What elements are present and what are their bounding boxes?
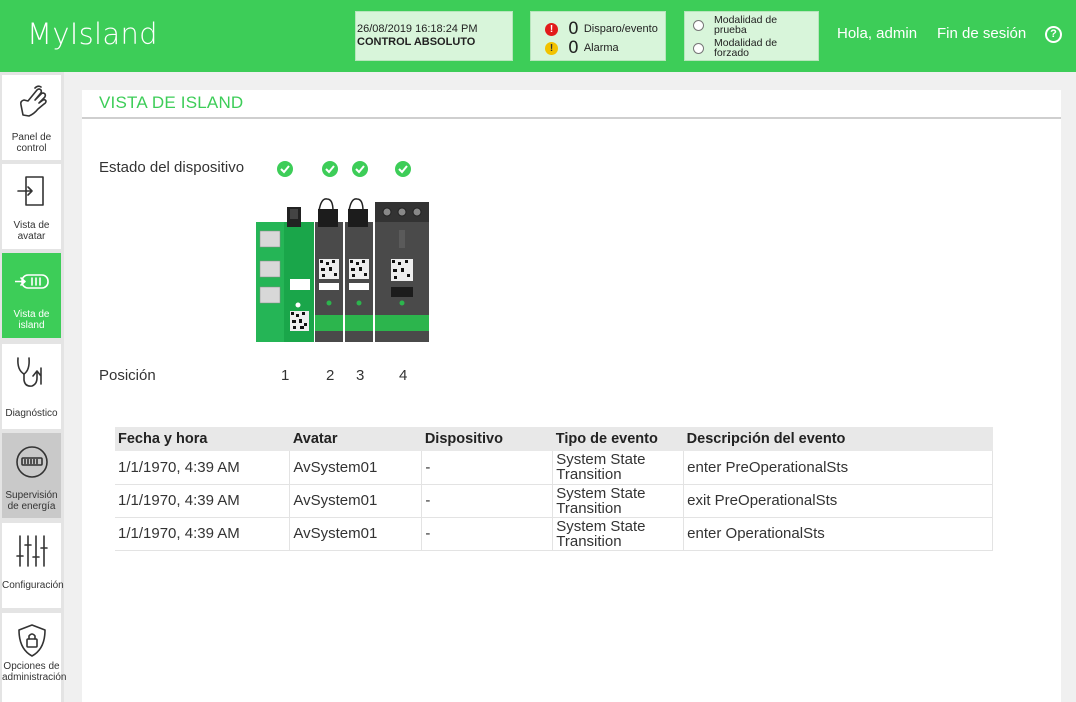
test-mode-label: Modalidad de prueba [714,14,778,36]
cell-avatar: AvSystem01 [289,517,423,551]
cell-datetime: 1/1/1970, 4:39 AM [115,451,291,485]
position-number-2: 2 [326,367,335,384]
position-number-4: 4 [399,367,408,384]
trip-warning-icon: ! [545,22,558,36]
sidebar-item-admin-options[interactable]: Opciones de administración [2,613,67,702]
sidebar: Panel de control Vista de avatar Vista d… [0,72,67,702]
cell-event-type: System State Transition [552,484,685,518]
device-4-ok-check-icon [395,161,411,177]
user-greeting: Hola, admin [837,25,918,42]
app-header: MyIsland 26/08/2019 16:18:24 PM CONTROL … [0,0,1076,72]
table-row[interactable]: 1/1/1970, 4:39 AM AvSystem01 - System St… [115,517,993,551]
table-row[interactable]: 1/1/1970, 4:39 AM AvSystem01 - System St… [115,484,993,518]
cell-event-type: System State Transition [552,517,685,551]
cell-device: - [421,484,554,518]
alarm-row[interactable]: ! 0 Alarma [545,38,619,58]
cell-avatar: AvSystem01 [289,451,423,485]
sidebar-item-label: Vista de avatar [13,220,50,242]
forced-mode-label: Modalidad de forzado [714,37,778,59]
sidebar-item-label: Configuración [2,580,64,591]
shield-lock-icon [18,624,46,657]
column-header-event-description[interactable]: Descripción del evento [683,427,993,451]
sidebar-item-configuration[interactable]: Configuración [2,523,64,608]
alarm-count: 0 [568,38,579,58]
island-devices-graphic[interactable] [255,195,431,345]
column-header-event-type[interactable]: Tipo de evento [552,427,684,451]
title-divider [82,117,1061,119]
trip-label: Disparo/evento [583,23,658,35]
enter-door-icon [17,176,44,206]
app-title: MyIsland [27,17,158,51]
sidebar-item-diagnostics[interactable]: Diagnóstico [2,344,61,429]
cell-device: - [421,517,554,551]
cell-datetime: 1/1/1970, 4:39 AM [115,517,291,551]
device-module-2[interactable] [315,198,343,342]
stethoscope-icon [17,357,42,387]
page-title: VISTA DE ISLAND [99,93,244,112]
cell-event-type: System State Transition [552,451,685,485]
cell-datetime: 1/1/1970, 4:39 AM [115,484,291,518]
datetime-box: 26/08/2019 16:18:24 PM CONTROL ABSOLUTO [355,11,513,61]
position-number-1: 1 [281,367,290,384]
test-mode-radio[interactable] [693,20,704,31]
events-table: Fecha y hora Avatar Dispositivo Tipo de … [115,427,993,551]
hand-pointer-icon [20,85,47,117]
datetime-text: 26/08/2019 16:18:24 PM [357,23,478,35]
sidebar-item-label: Supervisión de energía [5,490,58,512]
table-header-row: Fecha y hora Avatar Dispositivo Tipo de … [115,427,993,451]
sidebar-item-label: Vista de island [13,309,50,331]
device-state-label: Estado del dispositivo [99,159,245,176]
sidebar-item-energy-monitoring[interactable]: Supervisión de energía [2,433,61,518]
device-module-3[interactable] [345,198,373,342]
forced-mode-option[interactable]: Modalidad de forzado [693,38,789,58]
events-box[interactable]: ! 0 Disparo/evento ! 0 Alarma [530,11,666,61]
sidebar-item-label: Opciones de administración [2,661,67,683]
column-header-device[interactable]: Dispositivo [421,427,553,451]
column-header-datetime[interactable]: Fecha y hora [115,427,290,451]
cell-event-description: enter PreOperationalSts [683,451,993,485]
alarm-label: Alarma [583,42,619,54]
logout-link[interactable]: Fin de sesión [937,25,1026,42]
test-mode-option[interactable]: Modalidad de prueba [693,15,789,35]
sidebar-item-avatar-view[interactable]: Vista de avatar [2,164,61,249]
cell-avatar: AvSystem01 [289,484,423,518]
position-number-3: 3 [356,367,365,384]
sidebar-item-label: Panel de control [11,132,52,154]
sidebar-item-control-panel[interactable]: Panel de control [2,75,61,160]
trip-row[interactable]: ! 0 Disparo/evento [545,19,658,39]
forced-mode-radio[interactable] [693,43,704,54]
cell-device: - [421,451,554,485]
mode-box: Modalidad de prueba Modalidad de forzado [684,11,819,61]
sliders-icon [16,535,48,567]
column-header-avatar[interactable]: Avatar [289,427,422,451]
sidebar-item-island-view[interactable]: Vista de island [2,253,61,338]
trip-count: 0 [568,19,579,39]
device-2-ok-check-icon [322,161,338,177]
sidebar-item-label: Diagnóstico [5,408,58,419]
cell-event-description: exit PreOperationalSts [683,484,993,518]
device-1-ok-check-icon [277,161,293,177]
device-3-ok-check-icon [352,161,368,177]
help-icon[interactable]: ? [1045,26,1062,43]
table-row[interactable]: 1/1/1970, 4:39 AM AvSystem01 - System St… [115,451,993,485]
position-label: Posición [99,367,156,384]
device-module-1[interactable] [256,207,314,342]
cell-event-description: enter OperationalSts [683,517,993,551]
island-view-panel: VISTA DE ISLAND Estado del dispositivo P… [82,90,1061,702]
island-module-icon [15,274,49,289]
alarm-warning-icon: ! [545,41,558,55]
control-mode-text: CONTROL ABSOLUTO [357,36,476,48]
device-module-4[interactable] [375,202,429,342]
energy-meter-icon [16,446,48,478]
